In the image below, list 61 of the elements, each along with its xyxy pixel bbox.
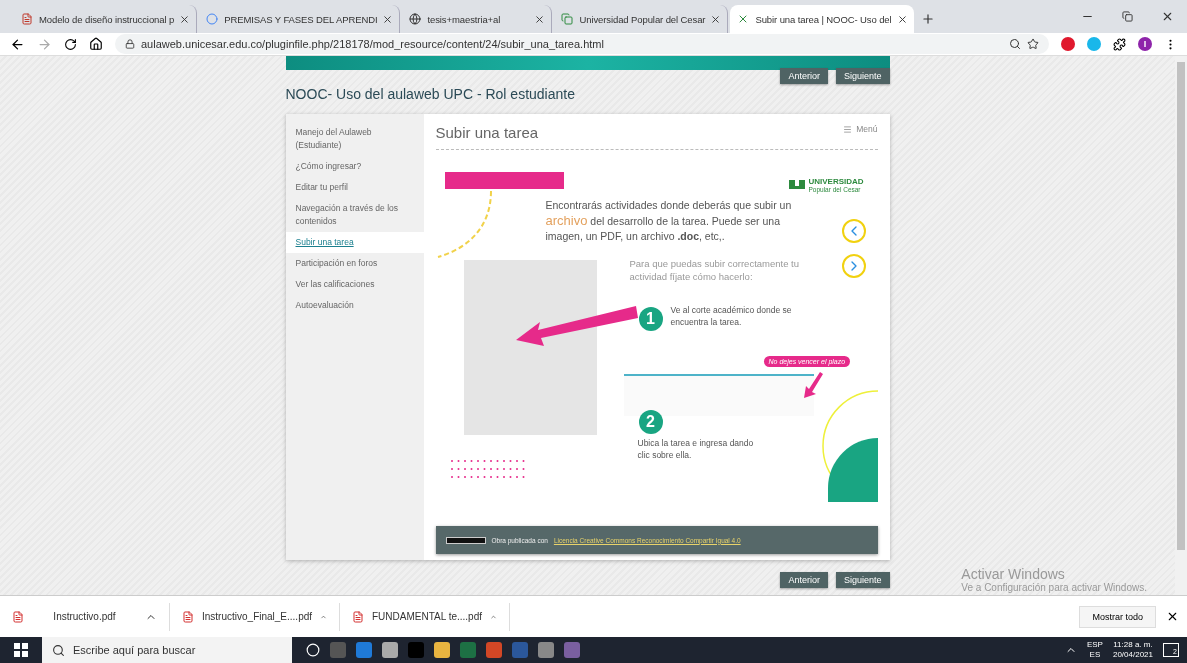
address-field[interactable]: aulaweb.unicesar.edu.co/pluginfile.php/218178/mod_resource/content/24/subir_una_tarea.html [115, 34, 1049, 54]
ring-extension-icon[interactable] [1061, 37, 1075, 51]
close-icon[interactable] [1166, 610, 1179, 623]
tab-favicon-icon [20, 12, 34, 26]
pdf-file-icon [352, 610, 364, 623]
reload-icon[interactable] [64, 37, 77, 51]
home-icon[interactable] [89, 37, 103, 51]
nav-button[interactable]: Siguiente [835, 68, 890, 84]
close-icon[interactable] [710, 13, 722, 25]
sidebar-item[interactable]: Subir una tarea [285, 232, 424, 253]
language-indicator[interactable]: ESP ES [1086, 640, 1103, 660]
tab-favicon-icon [205, 12, 220, 26]
task-view-icon[interactable] [306, 643, 320, 657]
nav-button[interactable]: Anterior [780, 68, 828, 84]
pdf-file-icon [182, 610, 194, 623]
download-item[interactable]: Instructivo.pdf [0, 602, 170, 631]
taskbar-search-field[interactable]: Escribe aquí para buscar [42, 637, 292, 663]
zoom-icon[interactable] [1009, 38, 1021, 50]
back-icon[interactable] [10, 36, 25, 52]
sidebar-item[interactable]: Ver las calificaciones [285, 274, 424, 295]
pdf-file-icon [12, 610, 24, 623]
step-text: Ve al corte académico donde se encuentra la tarea. [670, 304, 793, 328]
extensions-icon[interactable] [1113, 37, 1126, 51]
callout-arrow-drawing [803, 372, 824, 398]
download-item[interactable]: Instructivo_Final_E....pdf [170, 602, 340, 631]
close-icon[interactable] [382, 13, 394, 25]
new-tab-icon[interactable] [920, 12, 935, 26]
step-text: Ubica la tarea e ingresa dando clic sobre ella. [637, 437, 755, 461]
menu-button[interactable]: Menú [843, 124, 878, 134]
close-icon[interactable] [896, 13, 908, 25]
tab-favicon-icon [560, 12, 575, 26]
windows-logo-icon[interactable] [14, 643, 28, 657]
sidebar-item[interactable]: Participación en foros [285, 253, 424, 274]
show-all-button[interactable]: Mostrar todo [1079, 605, 1156, 628]
course-title: NOOC- Uso del aulaweb UPC - Rol estudiante [285, 86, 575, 102]
clock[interactable]: 11:28 a. m. 20/04/2021 [1112, 640, 1153, 660]
activation-title: Activar Windows [961, 566, 1066, 582]
profile-avatar[interactable]: I [1138, 37, 1152, 51]
sidebar-item[interactable]: Manejo del Aulaweb (Estudiante) [285, 122, 424, 156]
menu-icon [843, 124, 853, 134]
bookmark-star-icon[interactable] [1027, 38, 1039, 50]
search-icon [52, 643, 65, 657]
intro-text: Encontrarás actividades donde deberás que subir un archivo del desarrollo de la tarea. Puede ser una imagen, un PDF, un archivo .doc, etc,. [545, 198, 793, 244]
download-item[interactable]: FUNDAMENTAL te....pdf [340, 602, 510, 631]
nav-button[interactable]: Siguiente [835, 572, 890, 588]
sidebar-item[interactable]: ¿Cómo ingresar? [285, 156, 424, 177]
sidebar-item[interactable]: Autoevaluación [285, 295, 424, 316]
restore-icon[interactable] [1121, 11, 1133, 22]
close-icon[interactable] [179, 13, 191, 25]
step-number: 1 [638, 307, 663, 331]
page-heading: Subir una tarea [435, 124, 539, 141]
tab-favicon-icon [408, 12, 423, 26]
nav-button[interactable]: Anterior [780, 572, 828, 588]
sidebar-item[interactable]: Navegación a través de los contenidos [285, 198, 424, 232]
sidebar-item[interactable]: Editar tu perfil [285, 177, 424, 198]
activation-text: Ve a Configuración para activar Windows. [961, 582, 1147, 593]
step-number: 2 [638, 410, 663, 434]
browser-tab[interactable]: Subir una tarea | NOOC- Uso del [730, 5, 914, 33]
close-icon[interactable] [534, 13, 546, 25]
lock-icon [125, 39, 135, 49]
instruction-text: Para que puedas subir correctamente tu actividad fíjate cómo hacerlo: [629, 257, 800, 283]
